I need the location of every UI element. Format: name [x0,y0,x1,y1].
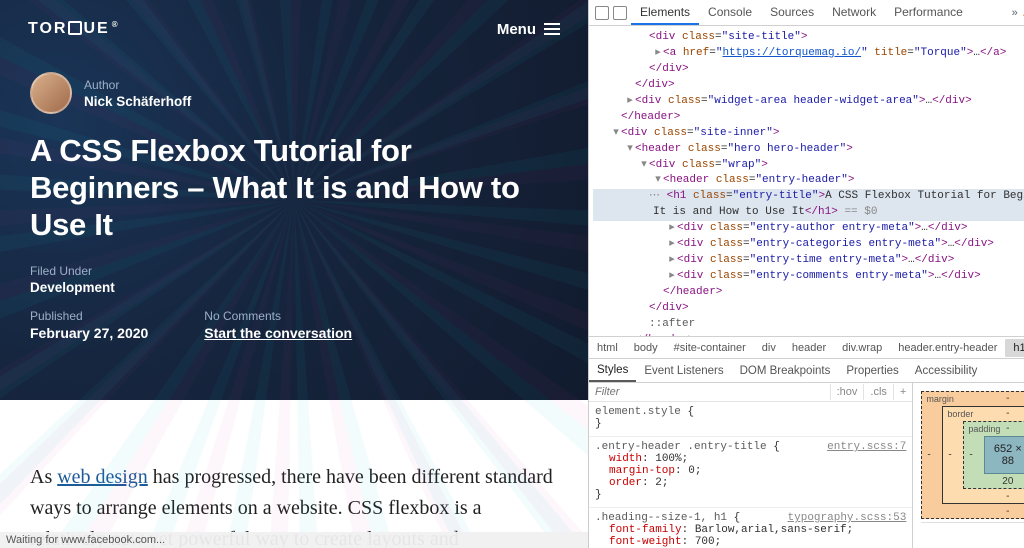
dom-node[interactable]: </header> [593,110,1024,126]
css-rule[interactable]: entry.scss:7.entry-header .entry-title {… [589,437,912,508]
dom-node[interactable]: ▸<div class="entry-author entry-meta">…<… [593,221,1024,237]
article-link-webdesign[interactable]: web design [57,466,148,488]
crumb[interactable]: body [626,339,666,357]
dom-node[interactable]: </div> [593,78,1024,94]
dom-node[interactable]: </div> [593,62,1024,78]
dom-node[interactable]: <div class="site-title"> [593,30,1024,46]
bm-margin[interactable]: margin - - - - border - - - - padding [921,391,1024,519]
more-tabs-chevron-icon[interactable]: » [1012,7,1018,19]
hov-toggle[interactable]: :hov [830,384,864,400]
elements-tree[interactable]: <div class="site-title">▸<a href="https:… [589,26,1024,336]
subtab-dom-breakpoints[interactable]: DOM Breakpoints [732,361,839,381]
devtools-tab-network[interactable]: Network [823,1,885,25]
new-rule-button[interactable]: + [893,384,912,400]
comments-cta[interactable]: Start the conversation [204,325,352,341]
subtab-styles[interactable]: Styles [589,360,636,382]
filed-value[interactable]: Development [30,280,558,295]
menu-toggle[interactable]: Menu [497,21,560,38]
hamburger-icon [544,23,560,35]
device-toggle-icon[interactable] [613,6,627,20]
dom-node[interactable]: ▾<header class="hero hero-header"> [593,142,1024,158]
comments-label: No Comments [204,309,352,323]
dom-node[interactable]: </div> [593,301,1024,317]
styles-pane[interactable]: :hov .cls + element.style {}entry.scss:7… [589,383,912,548]
cls-toggle[interactable]: .cls [863,384,893,400]
dom-node[interactable]: ▸<a href="https://torquemag.io/" title="… [593,46,1024,62]
styles-filter-input[interactable] [589,383,830,401]
devtools-toolbar: ElementsConsoleSourcesNetworkPerformance… [589,0,1024,26]
dom-node[interactable]: ▸<div class="entry-time entry-meta">…</d… [593,253,1024,269]
dom-node[interactable]: ▸<div class="widget-area header-widget-a… [593,94,1024,110]
devtools-tab-performance[interactable]: Performance [885,1,972,25]
article-body: As web design has progressed, there have… [0,400,588,548]
subtab-event-listeners[interactable]: Event Listeners [636,361,731,381]
author-block: Author Nick Schäferhoff [30,72,558,114]
dom-node[interactable]: ▸<div class="entry-comments entry-meta">… [593,269,1024,285]
logo-q-icon [68,21,82,35]
dom-node[interactable]: It is and How to Use It</h1> == $0 [593,205,1024,221]
dom-node[interactable]: ▾<div class="wrap"> [593,158,1024,174]
bm-padding[interactable]: padding - 20 - - 652 × 88 [963,421,1024,489]
dom-node[interactable]: ▾<header class="entry-header"> [593,173,1024,189]
author-name[interactable]: Nick Schäferhoff [84,94,191,109]
entry-title: A CSS Flexbox Tutorial for Beginners – W… [30,132,558,244]
devtools-tab-elements[interactable]: Elements [631,1,699,25]
avatar[interactable] [30,72,72,114]
devtools-tab-sources[interactable]: Sources [761,1,823,25]
crumb[interactable]: h1.entry-title [1005,339,1024,357]
crumb[interactable]: header.entry-header [890,339,1005,357]
subtab-accessibility[interactable]: Accessibility [907,361,986,381]
inspect-icon[interactable] [595,6,609,20]
dom-node[interactable]: ::after [593,317,1024,333]
crumb[interactable]: #site-container [666,339,754,357]
bm-border[interactable]: border - - - - padding - 20 - - 6 [942,406,1024,504]
rule-source-link[interactable]: typography.scss:53 [788,512,907,524]
dom-node[interactable]: ▸<div class="entry-categories entry-meta… [593,237,1024,253]
crumb[interactable]: header [784,339,834,357]
author-label: Author [84,78,191,92]
menu-label: Menu [497,21,536,38]
published-value: February 27, 2020 [30,325,148,341]
bm-content[interactable]: 652 × 88 [984,436,1024,474]
webpage-preview: TORUE® Menu Author Nick Schäferhoff A CS… [0,0,588,548]
css-rule[interactable]: element.style {} [589,402,912,437]
box-model-pane: margin - - - - border - - - - padding [912,383,1024,548]
subtab-properties[interactable]: Properties [838,361,906,381]
crumb[interactable]: html [589,339,626,357]
devtools-panel: ElementsConsoleSourcesNetworkPerformance… [588,0,1024,548]
breadcrumb[interactable]: htmlbody#site-containerdivheaderdiv.wrap… [589,336,1024,358]
site-logo[interactable]: TORUE® [28,20,120,38]
css-rule[interactable]: typography.scss:53.heading--size-1, h1 {… [589,508,912,548]
crumb[interactable]: div.wrap [834,339,890,357]
crumb[interactable]: div [754,339,784,357]
dom-node[interactable]: ⋯ <h1 class="entry-title">A CSS Flexbox … [593,189,1024,205]
devtools-tab-console[interactable]: Console [699,1,761,25]
hero-header: TORUE® Menu Author Nick Schäferhoff A CS… [0,0,588,400]
published-label: Published [30,309,148,323]
dom-node[interactable]: ▾<div class="site-inner"> [593,126,1024,142]
browser-status-bar: Waiting for www.facebook.com... [0,532,588,548]
dom-node[interactable]: </header> [593,285,1024,301]
filed-label: Filed Under [30,264,558,278]
styles-subtabs: StylesEvent ListenersDOM BreakpointsProp… [589,358,1024,382]
rule-source-link[interactable]: entry.scss:7 [827,441,906,453]
